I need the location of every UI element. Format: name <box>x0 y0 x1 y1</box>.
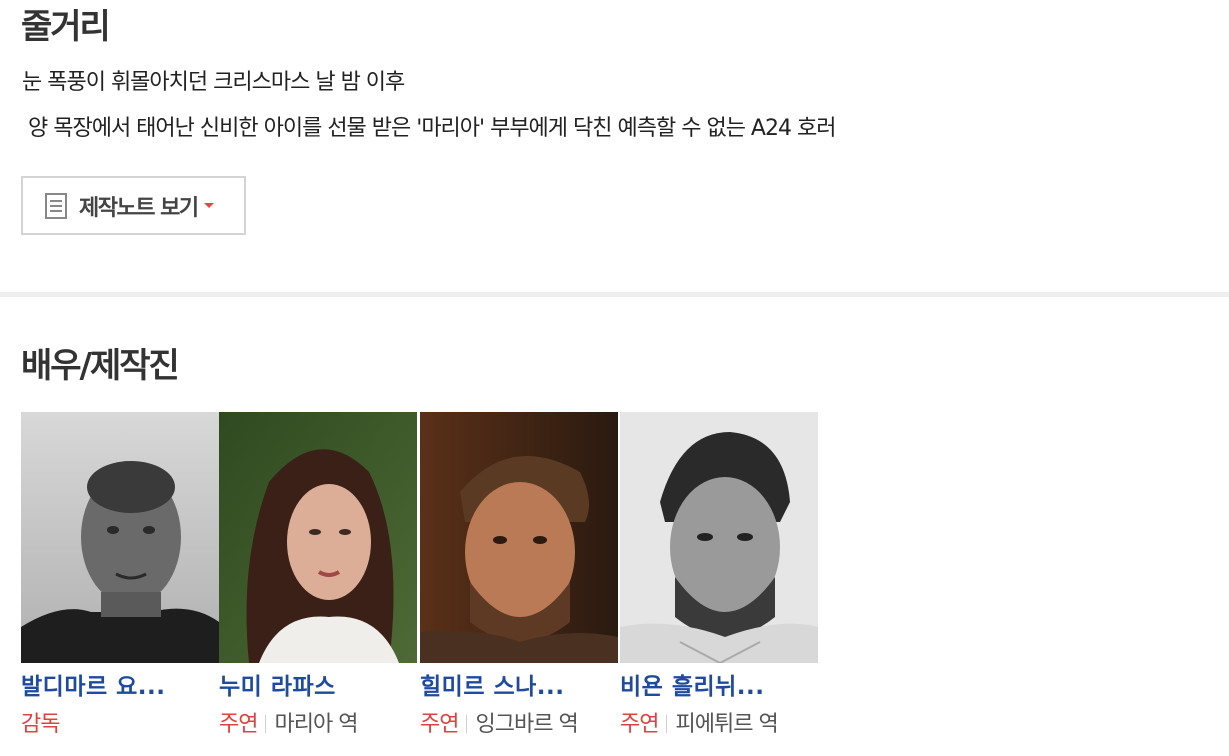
cast-card[interactable]: 누미 라파스 주연 마리아 역 <box>219 412 417 737</box>
cast-role-line: 감독 <box>21 712 60 738</box>
separator <box>466 715 468 733</box>
production-notes-button[interactable]: 제작노트 보기 <box>21 176 246 235</box>
role-type: 주연 <box>420 712 459 737</box>
cast-card[interactable]: 힐미르 스나... 주연 잉그바르 역 <box>420 412 618 737</box>
separator <box>666 715 668 733</box>
production-notes-label: 제작노트 보기 <box>79 195 199 221</box>
cast-title: 배우/제작진 <box>21 346 180 386</box>
actor-photo[interactable] <box>620 412 818 663</box>
cast-role-line: 주연 잉그바르 역 <box>420 712 579 738</box>
document-icon <box>45 192 67 219</box>
character-name: 잉그바르 역 <box>475 712 578 737</box>
cast-name-link[interactable]: 누미 라파스 <box>219 674 409 702</box>
cast-role-line: 주연 피에튀르 역 <box>620 712 779 738</box>
synopsis-title: 줄거리 <box>21 7 111 47</box>
cast-role-line: 주연 마리아 역 <box>219 712 358 738</box>
separator <box>265 715 267 733</box>
character-name: 피에튀르 역 <box>675 712 778 737</box>
cast-card[interactable]: 발디마르 요... 감독 <box>21 412 219 737</box>
role-type: 감독 <box>21 712 60 737</box>
role-type: 주연 <box>219 712 258 737</box>
director-photo[interactable] <box>21 412 219 663</box>
synopsis-line-1: 눈 폭풍이 휘몰아치던 크리스마스 날 밤 이후 <box>22 70 405 95</box>
cast-name-link[interactable]: 힐미르 스나... <box>420 674 610 702</box>
cast-name-link[interactable]: 발디마르 요... <box>21 674 211 702</box>
actor-photo[interactable] <box>219 412 417 663</box>
caret-down-icon <box>203 203 214 208</box>
cast-card[interactable]: 비욘 흘리뉘... 주연 피에튀르 역 <box>620 412 818 737</box>
synopsis-line-2: 양 목장에서 태어난 신비한 아이를 선물 받은 '마리아' 부부에게 닥친 예… <box>22 116 836 141</box>
character-name: 마리아 역 <box>274 712 358 737</box>
role-type: 주연 <box>620 712 659 737</box>
actor-photo[interactable] <box>420 412 618 663</box>
section-divider <box>0 292 1229 297</box>
cast-name-link[interactable]: 비욘 흘리뉘... <box>620 674 810 702</box>
